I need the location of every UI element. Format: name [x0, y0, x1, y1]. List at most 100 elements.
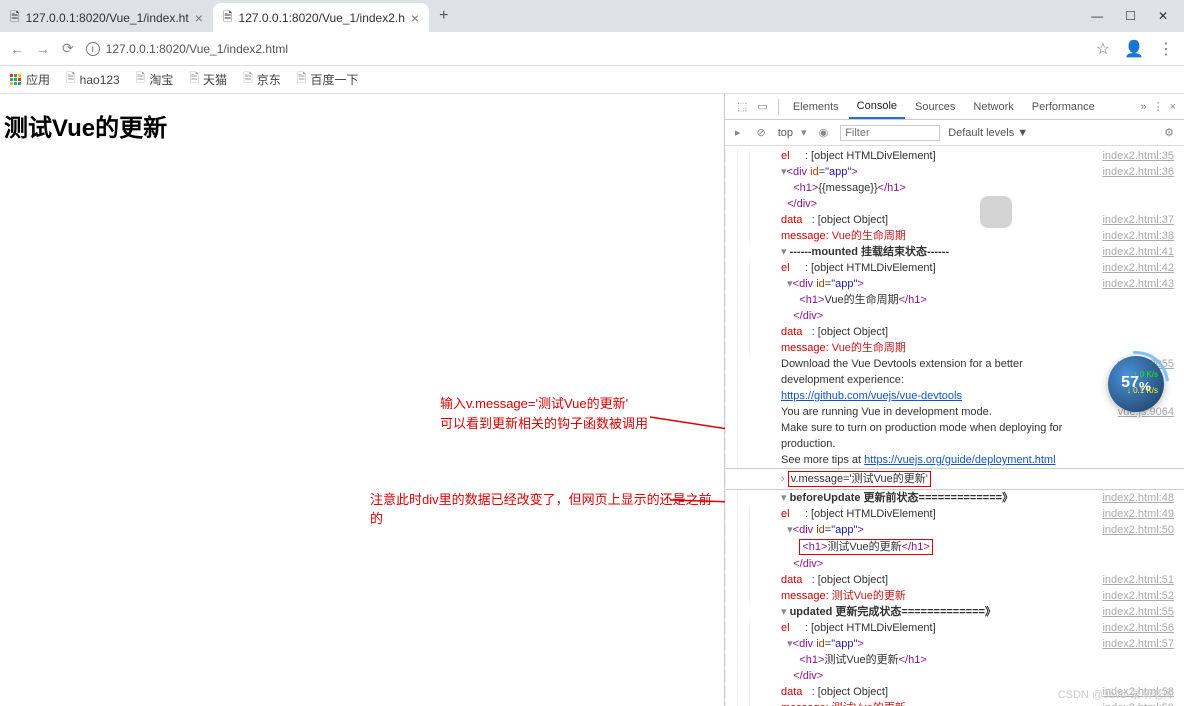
annotation-2: 注意此时div里的数据已经改变了，但网页上显示的还是之前的: [370, 489, 724, 527]
bookmark-item[interactable]: 🗎天猫: [189, 69, 227, 90]
bookmark-item[interactable]: 🗎百度一下: [297, 69, 359, 90]
log-row: message: Vue的生命周期: [725, 340, 1184, 356]
log-row: el : [object HTMLDivElement]index2.html:…: [725, 148, 1184, 164]
gear-icon[interactable]: ⚙: [1160, 126, 1178, 139]
log-row: <h1>Vue的生命周期</h1>: [725, 292, 1184, 308]
close-icon[interactable]: ×: [411, 10, 419, 26]
log-row: data : [object Object]index2.html:51: [725, 572, 1184, 588]
download-speed: ↓ 0.1 K/s: [1127, 386, 1158, 395]
command-row: › v.message='测试Vue的更新': [725, 468, 1184, 490]
log-row: <h1>测试Vue的更新</h1>: [725, 538, 1184, 556]
context-select[interactable]: top: [778, 127, 793, 139]
title-bar: 🗎 127.0.0.1:8020/Vue_1/index.ht × 🗎 127.…: [0, 0, 1184, 32]
tab-sources[interactable]: Sources: [907, 94, 963, 119]
maximize-icon[interactable]: ☐: [1125, 9, 1136, 23]
annotation-1: 输入v.message='测试Vue的更新' 可以看到更新相关的钩子函数被调用: [440, 394, 648, 433]
log-row: el : [object HTMLDivElement]index2.html:…: [725, 260, 1184, 276]
ghost-overlay-icon: [980, 196, 1012, 228]
device-icon[interactable]: ▭: [753, 100, 771, 113]
command-text: v.message='测试Vue的更新': [788, 471, 931, 487]
network-orb: ↑ 0 K/s ↓ 0.1 K/s 57%: [1108, 356, 1164, 412]
clear-console-icon[interactable]: ⊘: [753, 126, 770, 139]
info-icon[interactable]: i: [86, 42, 100, 56]
chevron-down-icon: ▾: [801, 126, 807, 139]
more-tabs-icon[interactable]: »: [1140, 101, 1146, 113]
inspect-icon[interactable]: ⬚: [733, 100, 751, 113]
file-icon: 🗎: [10, 8, 20, 29]
log-row: </div>: [725, 668, 1184, 684]
bookmark-item[interactable]: 🗎淘宝: [136, 69, 174, 90]
tab-elements[interactable]: Elements: [785, 94, 847, 119]
bookmark-item[interactable]: 🗎hao123: [66, 69, 120, 90]
star-icon[interactable]: ☆: [1096, 39, 1110, 59]
page-icon: 🗎: [66, 69, 76, 90]
log-row: ▾ updated 更新完成状态=============》index2.htm…: [725, 604, 1184, 620]
tab-console[interactable]: Console: [849, 94, 905, 119]
log-row: <h1>{{message}}</h1>: [725, 180, 1184, 196]
apps-icon: [10, 74, 22, 86]
log-row: data : [object Object]: [725, 324, 1184, 340]
console-toolbar: ▸ ⊘ top ▾ ◉ Default levels ▼ ⚙: [725, 120, 1184, 146]
log-row: message: Vue的生命周期index2.html:38: [725, 228, 1184, 244]
log-row: See more tips at https://vuejs.org/guide…: [725, 452, 1184, 468]
forward-button[interactable]: →: [36, 41, 50, 57]
log-row: ▾ beforeUpdate 更新前状态=============》index2…: [725, 490, 1184, 506]
log-row: ▾<div id="app">index2.html:57: [725, 636, 1184, 652]
log-row: message: 测试Vue的更新index2.html:52: [725, 588, 1184, 604]
file-icon: 🗎: [223, 8, 233, 29]
close-icon[interactable]: ✕: [1158, 9, 1168, 23]
kebab-icon[interactable]: ⋮: [1153, 100, 1164, 113]
log-row: el : [object HTMLDivElement]index2.html:…: [725, 620, 1184, 636]
content-area: 测试Vue的更新 输入v.message='测试Vue的更新' 可以看到更新相关…: [0, 94, 1184, 706]
eye-icon[interactable]: ◉: [815, 126, 833, 139]
menu-icon[interactable]: ⋮: [1158, 39, 1174, 59]
log-row: ▾<div id="app">index2.html:50: [725, 522, 1184, 538]
page-icon: 🗎: [189, 69, 199, 90]
watermark: CSDN @Java-录萌老师: [1058, 686, 1174, 702]
page-heading: 测试Vue的更新: [4, 108, 720, 143]
page-viewport: 测试Vue的更新 输入v.message='测试Vue的更新' 可以看到更新相关…: [0, 94, 724, 706]
devtools-panel: ⬚ ▭ Elements Console Sources Network Per…: [724, 94, 1184, 706]
log-row: ▾ ------mounted 挂载结束状态------index2.html:…: [725, 244, 1184, 260]
profile-icon[interactable]: 👤: [1124, 39, 1144, 59]
window-controls: — ☐ ✕: [1075, 9, 1184, 23]
address-bar: ← → ⟳ i 127.0.0.1:8020/Vue_1/index2.html…: [0, 32, 1184, 66]
log-row: <h1>测试Vue的更新</h1>: [725, 652, 1184, 668]
minimize-icon[interactable]: —: [1091, 9, 1103, 23]
log-row: ▾<div id="app">index2.html:36: [725, 164, 1184, 180]
close-icon[interactable]: ×: [1170, 101, 1176, 113]
apps-button[interactable]: 应用: [10, 71, 50, 88]
devtools-tabs: ⬚ ▭ Elements Console Sources Network Per…: [725, 94, 1184, 120]
tab-performance[interactable]: Performance: [1024, 94, 1103, 119]
filter-input-box[interactable]: [840, 125, 940, 141]
upload-speed: ↑ 0 K/s: [1134, 370, 1158, 379]
log-row: data : [object Object]index2.html:37: [725, 212, 1184, 228]
console-output[interactable]: ↑ 0 K/s ↓ 0.1 K/s 57% el : [object HTMLD…: [725, 146, 1184, 706]
browser-tab-active[interactable]: 🗎 127.0.0.1:8020/Vue_1/index2.h ×: [213, 3, 429, 33]
back-button[interactable]: ←: [10, 41, 24, 57]
bookmarks-bar: 应用 🗎hao123 🗎淘宝 🗎天猫 🗎京东 🗎百度一下: [0, 66, 1184, 94]
apps-label: 应用: [26, 71, 50, 88]
tab-network[interactable]: Network: [965, 94, 1021, 119]
filter-input[interactable]: [845, 127, 935, 139]
page-icon: 🗎: [243, 69, 253, 90]
url-text: 127.0.0.1:8020/Vue_1/index2.html: [106, 42, 288, 56]
reload-button[interactable]: ⟳: [62, 40, 74, 57]
tab-title: 127.0.0.1:8020/Vue_1/index2.h: [239, 11, 405, 25]
log-row: production.: [725, 436, 1184, 452]
log-row: </div>: [725, 556, 1184, 572]
close-icon[interactable]: ×: [195, 10, 203, 26]
page-icon: 🗎: [297, 69, 307, 90]
url-box[interactable]: i 127.0.0.1:8020/Vue_1/index2.html: [86, 42, 1084, 56]
log-row: el : [object HTMLDivElement]index2.html:…: [725, 506, 1184, 522]
tab-title: 127.0.0.1:8020/Vue_1/index.ht: [26, 11, 189, 25]
log-row: </div>: [725, 308, 1184, 324]
new-tab-button[interactable]: +: [429, 7, 458, 25]
log-row: Make sure to turn on production mode whe…: [725, 420, 1184, 436]
log-row: ▾<div id="app">index2.html:43: [725, 276, 1184, 292]
sidebar-toggle-icon[interactable]: ▸: [731, 126, 745, 139]
bookmark-item[interactable]: 🗎京东: [243, 69, 281, 90]
browser-tab[interactable]: 🗎 127.0.0.1:8020/Vue_1/index.ht ×: [0, 3, 213, 33]
log-row: </div>: [725, 196, 1184, 212]
levels-select[interactable]: Default levels ▼: [948, 127, 1028, 139]
